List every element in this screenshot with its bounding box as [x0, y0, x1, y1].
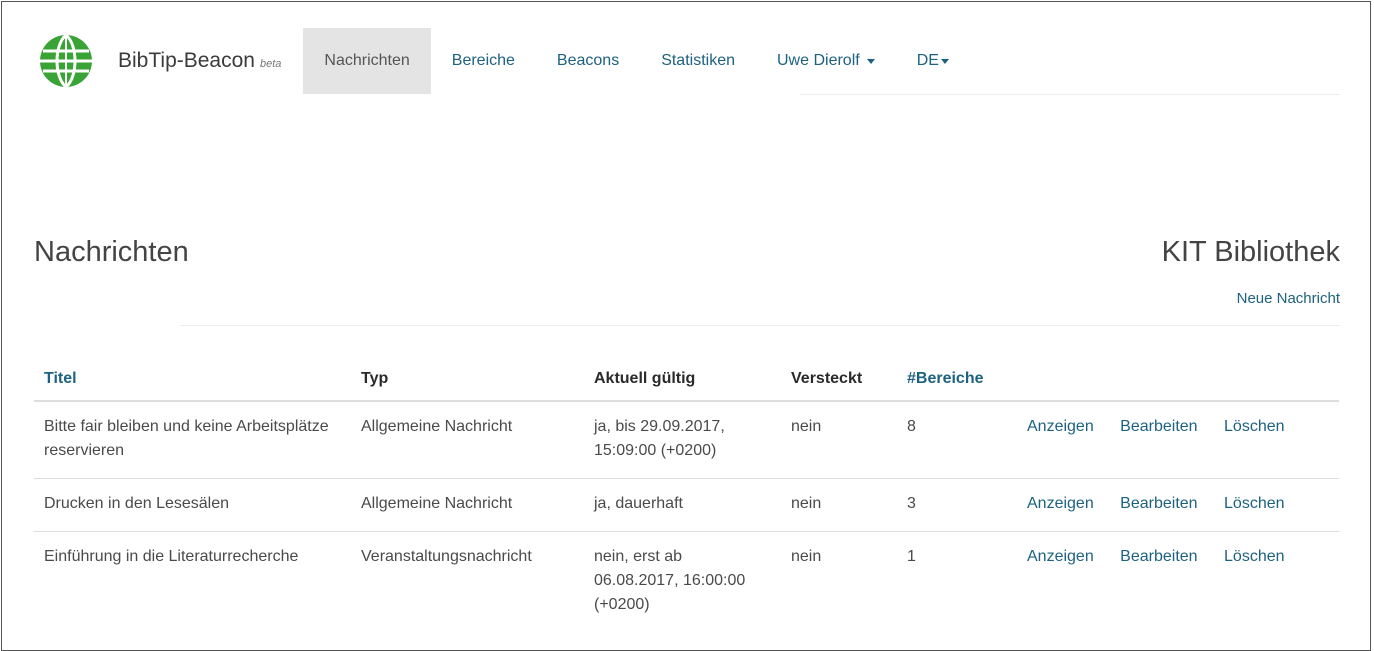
- nav-item-nachrichten[interactable]: Nachrichten: [303, 28, 431, 94]
- edit-button[interactable]: Bearbeiten: [1120, 548, 1197, 565]
- edit-button[interactable]: Bearbeiten: [1120, 495, 1197, 512]
- message-type: Allgemeine Nachricht: [351, 400, 584, 479]
- message-valid: nein, erst ab 06.08.2017, 16:00:00 (+020…: [584, 531, 781, 632]
- message-areas-count: 8: [897, 400, 1017, 479]
- nav-item-beacons[interactable]: Beacons: [536, 28, 640, 94]
- row-actions: Anzeigen Bearbeiten Löschen: [1017, 478, 1339, 532]
- language-menu-dropdown[interactable]: DE: [896, 28, 970, 94]
- delete-button[interactable]: Löschen: [1224, 418, 1285, 435]
- message-title: Einführung in die Literaturrecherche: [34, 531, 351, 632]
- message-areas-count: 1: [897, 531, 1017, 632]
- message-areas-count: 3: [897, 478, 1017, 532]
- delete-button[interactable]: Löschen: [1224, 548, 1285, 565]
- message-title: Drucken in den Lesesälen: [34, 478, 351, 532]
- header-divider: [180, 325, 1340, 326]
- row-actions: Anzeigen Bearbeiten Löschen: [1017, 400, 1339, 479]
- nav-item-statistiken[interactable]: Statistiken: [640, 28, 756, 94]
- message-hidden: nein: [781, 478, 897, 532]
- user-menu-label: Uwe Dierolf: [777, 52, 860, 69]
- table-row: Bitte fair bleiben und keine Arbeitsplät…: [34, 400, 1339, 479]
- language-menu-label: DE: [916, 52, 939, 69]
- table-row: Drucken in den Lesesälen Allgemeine Nach…: [34, 478, 1339, 532]
- show-button[interactable]: Anzeigen: [1027, 495, 1094, 512]
- column-header-hidden: Versteckt: [781, 358, 897, 402]
- new-message-link[interactable]: Neue Nachricht: [1237, 290, 1340, 307]
- column-header-valid: Aktuell gültig: [584, 358, 781, 402]
- message-type: Veranstaltungsnachricht: [351, 531, 584, 632]
- navbar-divider: [800, 94, 1340, 95]
- nav-menu: Nachrichten Bereiche Beacons Statistiken…: [303, 28, 970, 94]
- organization-title: KIT Bibliothek: [1161, 236, 1340, 268]
- delete-button[interactable]: Löschen: [1224, 495, 1285, 512]
- page-title: Nachrichten: [34, 236, 189, 268]
- navbar: BibTip-Beacon beta Nachrichten Bereiche …: [30, 28, 970, 94]
- message-type: Allgemeine Nachricht: [351, 478, 584, 532]
- edit-button[interactable]: Bearbeiten: [1120, 418, 1197, 435]
- column-header-actions: [1017, 358, 1339, 402]
- show-button[interactable]: Anzeigen: [1027, 418, 1094, 435]
- user-menu-dropdown[interactable]: Uwe Dierolf: [756, 28, 896, 94]
- brand-name: BibTip-Beacon: [118, 49, 255, 72]
- column-header-title[interactable]: Titel: [34, 358, 351, 402]
- brand-link[interactable]: BibTip-Beacon beta: [118, 49, 281, 73]
- chevron-down-icon: [866, 58, 875, 64]
- show-button[interactable]: Anzeigen: [1027, 548, 1094, 565]
- message-valid: ja, dauerhaft: [584, 478, 781, 532]
- message-valid: ja, bis 29.09.2017, 15:09:00 (+0200): [584, 400, 781, 479]
- message-title: Bitte fair bleiben und keine Arbeitsplät…: [34, 400, 351, 479]
- message-hidden: nein: [781, 531, 897, 632]
- table-row: Einführung in die Literaturrecherche Ver…: [34, 531, 1339, 632]
- globe-logo-icon[interactable]: [38, 33, 94, 89]
- column-header-type: Typ: [351, 358, 584, 402]
- chevron-down-icon: [940, 58, 949, 64]
- row-actions: Anzeigen Bearbeiten Löschen: [1017, 531, 1339, 632]
- brand-beta-label: beta: [259, 58, 282, 70]
- nav-item-bereiche[interactable]: Bereiche: [431, 28, 536, 94]
- messages-table: Titel Typ Aktuell gültig Versteckt #Bere…: [34, 358, 1339, 632]
- table-header-row: Titel Typ Aktuell gültig Versteckt #Bere…: [34, 358, 1339, 402]
- column-header-areas[interactable]: #Bereiche: [897, 358, 1017, 402]
- message-hidden: nein: [781, 400, 897, 479]
